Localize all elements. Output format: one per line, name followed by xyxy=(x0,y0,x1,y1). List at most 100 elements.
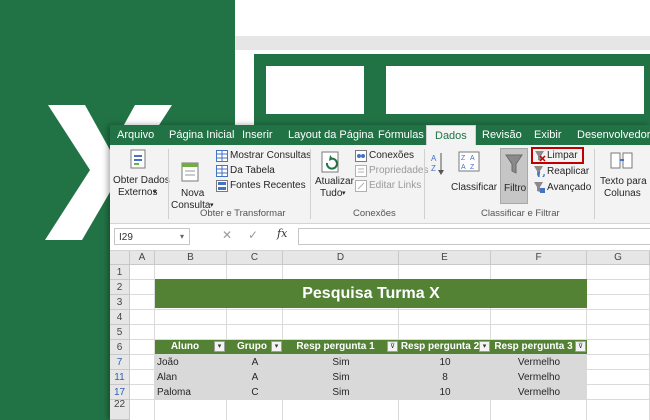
row-header[interactable]: 2 xyxy=(110,280,130,295)
svg-text:A: A xyxy=(461,164,466,171)
cell-resp-3[interactable]: Vermelho xyxy=(491,355,587,370)
gridline xyxy=(130,309,650,310)
column-header[interactable]: G xyxy=(587,251,650,265)
filter-active-icon[interactable]: ⊽ xyxy=(575,341,586,352)
header-aluno[interactable]: Aluno xyxy=(155,340,215,354)
tab-layout-da-pagina[interactable]: Layout da Página xyxy=(288,125,374,145)
filter-dropdown-icon[interactable]: ▾ xyxy=(271,341,282,352)
tab-arquivo[interactable]: Arquivo xyxy=(117,125,154,145)
column-header[interactable]: E xyxy=(399,251,491,265)
row-header[interactable]: 17 xyxy=(110,385,130,400)
header-resp-1[interactable]: Resp pergunta 1 xyxy=(283,340,388,354)
cell-grupo[interactable]: A xyxy=(227,370,283,385)
formula-input[interactable] xyxy=(298,228,650,245)
row-header[interactable]: 5 xyxy=(110,325,130,340)
group-label-obter-transformar: Obter e Transformar xyxy=(200,208,286,219)
enter-icon[interactable]: ✓ xyxy=(248,228,258,242)
svg-text:Z: Z xyxy=(431,164,436,173)
cell-resp-3[interactable]: Vermelho xyxy=(491,370,587,385)
sort-dialog-icon: Z A A Z xyxy=(458,151,480,172)
tab-inserir[interactable]: Inserir xyxy=(242,125,273,145)
row-header[interactable]: 4 xyxy=(110,310,130,325)
cell-resp-1[interactable]: Sim xyxy=(283,385,399,400)
tab-exibir[interactable]: Exibir xyxy=(534,125,562,145)
column-header[interactable]: B xyxy=(155,251,227,265)
texto-para-label: Texto para xyxy=(600,176,647,187)
advanced-filter-icon xyxy=(534,182,545,193)
properties-icon xyxy=(355,165,367,177)
cell-resp-1[interactable]: Sim xyxy=(283,355,399,370)
tab-dados[interactable]: Dados xyxy=(426,125,476,145)
insert-function-icon[interactable]: fx xyxy=(277,227,287,240)
cell-grupo[interactable]: A xyxy=(227,355,283,370)
ribbon-separator xyxy=(594,149,595,219)
svg-text:Z: Z xyxy=(470,164,475,171)
cell-aluno[interactable]: João xyxy=(157,355,225,370)
cell-resp-2[interactable]: 8 xyxy=(399,370,491,385)
gridline xyxy=(130,324,650,325)
header-grupo[interactable]: Grupo xyxy=(227,340,277,354)
tab-pagina-inicial[interactable]: Página Inicial xyxy=(169,125,234,145)
recent-sources-icon xyxy=(216,180,228,192)
filter-dropdown-icon[interactable]: ▾ xyxy=(479,341,490,352)
column-header[interactable]: A xyxy=(130,251,155,265)
connections-icon xyxy=(355,150,367,162)
text-to-columns-icon xyxy=(610,152,633,169)
sheet-title[interactable]: Pesquisa Turma X xyxy=(155,279,587,308)
column-header[interactable]: C xyxy=(227,251,283,265)
row-header[interactable]: 7 xyxy=(110,355,130,370)
filtro-label: Filtro xyxy=(504,183,527,194)
classificar-label: Classificar xyxy=(451,182,498,193)
cell-resp-2[interactable]: 10 xyxy=(399,385,491,400)
header-resp-3[interactable]: Resp pergunta 3 xyxy=(491,340,576,354)
column-header[interactable]: F xyxy=(491,251,587,265)
nova-label: Nova xyxy=(181,188,205,199)
cell-resp-2[interactable]: 10 xyxy=(399,355,491,370)
excel-window: Arquivo Página Inicial Inserir Layout da… xyxy=(110,125,650,420)
svg-text:A: A xyxy=(470,155,475,162)
reapply-icon xyxy=(534,166,545,177)
cancel-icon[interactable]: ✕ xyxy=(222,228,232,242)
ribbon-separator xyxy=(310,149,311,219)
limpar-button[interactable]: Limpar xyxy=(531,147,584,164)
sort-az-icon: A Z xyxy=(431,153,444,175)
table-icon xyxy=(216,165,228,177)
mostrar-consultas-label: Mostrar Consultas xyxy=(230,150,312,161)
row-header[interactable]: 11 xyxy=(110,370,130,385)
select-all-corner[interactable] xyxy=(110,251,130,265)
cell-resp-3[interactable]: Vermelho xyxy=(491,385,587,400)
header-resp-2[interactable]: Resp pergunta 2 xyxy=(399,340,481,354)
cell-resp-1[interactable]: Sim xyxy=(283,370,399,385)
row-header[interactable]: 6 xyxy=(110,340,130,355)
tab-revisao[interactable]: Revisão xyxy=(482,125,522,145)
cell-grupo[interactable]: C xyxy=(227,385,283,400)
row-header[interactable]: 22 xyxy=(110,400,130,420)
worksheet-grid[interactable]: A B C D E F G 1 2 3 4 5 6 7 11 17 22 Pes… xyxy=(110,251,650,420)
cell-aluno[interactable]: Paloma xyxy=(157,385,225,400)
tab-formulas[interactable]: Fórmulas xyxy=(378,125,424,145)
filter-active-icon[interactable]: ⊽ xyxy=(387,341,398,352)
formula-bar: I29 ▾ ✕ ✓ fx xyxy=(110,224,650,251)
row-header[interactable]: 1 xyxy=(110,265,130,280)
new-query-icon xyxy=(181,162,199,182)
chevron-down-icon[interactable]: ▾ xyxy=(180,228,184,245)
fontes-recentes-label: Fontes Recentes xyxy=(230,180,306,191)
chevron-down-icon: ▾ xyxy=(342,190,346,197)
filtro-button[interactable]: Filtro xyxy=(500,148,528,204)
externos-label: Externos xyxy=(118,187,158,198)
tab-desenvolvedor[interactable]: Desenvolvedor xyxy=(577,125,650,145)
external-data-icon xyxy=(130,149,146,169)
ribbon-dados: Obter Dados Externos ▾ Nova Consulta ▾ M… xyxy=(110,145,650,224)
filter-icon xyxy=(505,154,523,174)
column-header[interactable]: D xyxy=(283,251,399,265)
name-box[interactable]: I29 xyxy=(114,228,190,245)
ribbon-separator xyxy=(424,149,425,219)
conexoes-label: Conexões xyxy=(369,150,415,161)
tudo-label: Tudo xyxy=(320,188,343,199)
chevron-down-icon: ▾ xyxy=(153,189,157,196)
limpar-label: Limpar xyxy=(547,150,578,161)
avancado-label: Avançado xyxy=(547,182,592,193)
cell-aluno[interactable]: Alan xyxy=(157,370,225,385)
filter-dropdown-icon[interactable]: ▾ xyxy=(214,341,225,352)
row-header[interactable]: 3 xyxy=(110,295,130,310)
